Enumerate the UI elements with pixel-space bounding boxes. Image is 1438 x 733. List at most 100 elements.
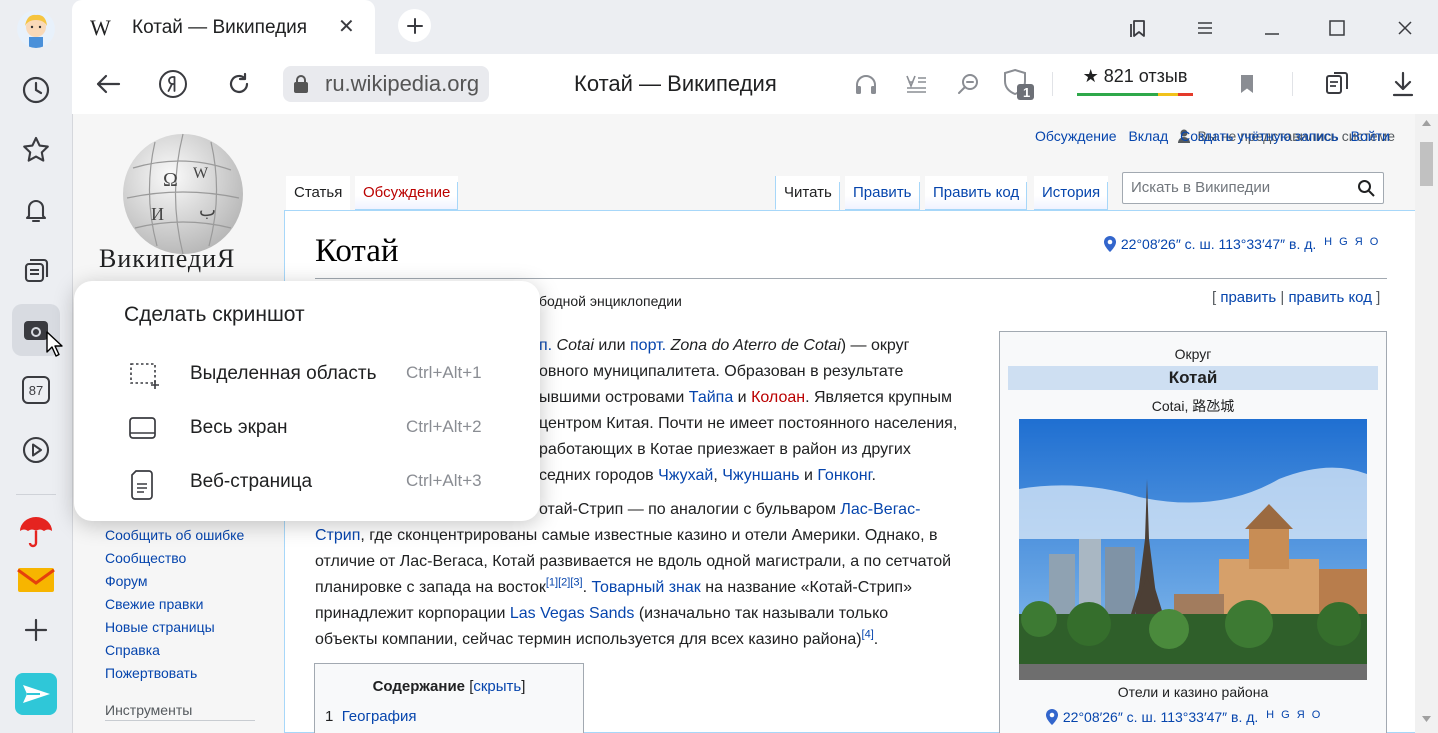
- page-scrollbar[interactable]: [1415, 114, 1438, 733]
- wikipedia-wordmark[interactable]: ВикипедиЯ: [99, 244, 235, 274]
- edit-link[interactable]: править: [1220, 289, 1276, 306]
- reader-mode-icon[interactable]: [899, 67, 933, 101]
- screenshot-selection-area[interactable]: Выделенная область Ctrl+Alt+1: [74, 349, 540, 401]
- link-contributions[interactable]: Вклад: [1128, 128, 1168, 144]
- mail-app-icon[interactable]: [12, 556, 60, 604]
- lang-link[interactable]: п.: [539, 337, 552, 354]
- history-icon[interactable]: [12, 66, 60, 114]
- sidebar-link-recent-changes[interactable]: Свежие правки: [105, 593, 244, 616]
- alice-chat-icon[interactable]: [1320, 67, 1354, 101]
- text: планировке с запада на восток: [315, 579, 546, 596]
- sidebar-link-donate[interactable]: Пожертвовать: [105, 662, 244, 685]
- toc-hide-toggle[interactable]: скрыть: [473, 678, 521, 695]
- search-icon[interactable]: [1357, 179, 1375, 197]
- tab-read[interactable]: Читать: [775, 176, 840, 210]
- link-taipa[interactable]: Тайпа: [689, 389, 733, 406]
- reload-icon[interactable]: [222, 67, 256, 101]
- tab-edit-source[interactable]: Править код: [925, 176, 1028, 210]
- text: , где сконцентрированы самые известные к…: [360, 527, 938, 544]
- scrollbar-thumb[interactable]: [1420, 142, 1433, 186]
- scroll-up-icon[interactable]: [1422, 120, 1431, 126]
- screenshot-full-screen[interactable]: Весь экран Ctrl+Alt+2: [74, 403, 540, 455]
- tabs-count-badge: 87: [22, 376, 50, 404]
- toc-item-geography[interactable]: География: [342, 708, 417, 725]
- address-bar-page-title[interactable]: Котай — Википедия: [574, 71, 777, 97]
- link-zhuhai[interactable]: Чжухай: [658, 467, 713, 484]
- link-trademark[interactable]: Товарный знак: [591, 579, 700, 596]
- link-las-vegas-sands[interactable]: Las Vegas Sands: [510, 605, 635, 622]
- link-zhongshan[interactable]: Чжуншань: [722, 467, 799, 484]
- umbrella-app-icon[interactable]: [12, 508, 60, 556]
- active-tab[interactable]: W Котай — Википедия ✕: [72, 0, 375, 54]
- bookmarks-panel-icon[interactable]: [1124, 14, 1152, 42]
- sidebar-link-report-error[interactable]: Сообщить об ошибке: [105, 524, 244, 547]
- protect-shield-icon[interactable]: 1: [1001, 67, 1035, 101]
- text: ,: [713, 467, 723, 484]
- screenshot-web-page[interactable]: Веб-страница Ctrl+Alt+3: [74, 457, 540, 509]
- paragraph-2-line: планировке с запада на восток[1][2][3]. …: [315, 575, 912, 601]
- profile-avatar[interactable]: [17, 10, 55, 48]
- minimize-window-icon[interactable]: [1258, 14, 1286, 42]
- link-login[interactable]: Войти: [1351, 128, 1390, 144]
- link-talk[interactable]: Обсуждение: [1035, 128, 1117, 144]
- notifications-bell-icon[interactable]: [12, 186, 60, 234]
- lang-link[interactable]: порт.: [630, 337, 666, 354]
- sidebar-divider: [105, 720, 255, 721]
- infobox-photo-cotai[interactable]: [1019, 419, 1367, 680]
- citation-ref[interactable]: [4]: [862, 629, 874, 641]
- headphones-icon[interactable]: [849, 67, 883, 101]
- coordinates[interactable]: 22°08′26″ с. ш. 113°33′47″ в. д. H G Я O: [1103, 235, 1380, 253]
- link-coloane[interactable]: Колоан: [751, 389, 805, 406]
- coordinates-map-links[interactable]: H G Я O: [1324, 236, 1380, 248]
- tabs-counter[interactable]: 87: [12, 366, 60, 414]
- tab-edit[interactable]: Править: [845, 176, 920, 210]
- table-of-contents: Содержание [скрыть] 1 География: [314, 663, 584, 733]
- yandex-logo-icon[interactable]: [156, 67, 190, 101]
- sidebar-link-help[interactable]: Справка: [105, 639, 244, 662]
- new-tab-button[interactable]: [398, 9, 431, 42]
- back-arrow-icon[interactable]: [91, 67, 125, 101]
- messenger-app-icon[interactable]: [12, 670, 60, 718]
- close-window-icon[interactable]: [1391, 14, 1419, 42]
- link-las-vegas-strip[interactable]: Лас-Вегас-: [840, 501, 920, 518]
- site-tagline: бодной энциклопедии: [539, 293, 682, 309]
- tab-edit-source-label: Править код: [933, 184, 1020, 201]
- collections-icon[interactable]: [12, 246, 60, 294]
- address-bar-url[interactable]: ru.wikipedia.org: [319, 66, 490, 102]
- text: объекты компании, сейчас термин использу…: [315, 631, 862, 648]
- svg-text:Ω: Ω: [163, 169, 178, 191]
- link-hong-kong[interactable]: Гонконг: [817, 467, 871, 484]
- paragraph-1-line: центром Китая. Почти не имеет постоянног…: [539, 415, 958, 432]
- tab-talk-label: Обсуждение: [363, 184, 451, 201]
- coordinates-map-links[interactable]: H G Я O: [1266, 709, 1322, 721]
- tab-close-button[interactable]: ✕: [338, 14, 355, 39]
- scroll-down-icon[interactable]: [1422, 716, 1431, 722]
- citation-refs[interactable]: [1][2][3]: [546, 577, 583, 589]
- toc-item[interactable]: 1 География: [325, 708, 417, 725]
- tab-article[interactable]: Статья: [286, 176, 351, 210]
- bracket: ]: [521, 678, 526, 695]
- add-app-icon[interactable]: [12, 606, 60, 654]
- svg-text:И: И: [151, 204, 164, 224]
- zoom-icon[interactable]: [951, 67, 985, 101]
- section-edit-links: [ править | править код ]: [1212, 289, 1380, 306]
- downloads-icon[interactable]: [1386, 67, 1420, 101]
- bookmarks-star-icon[interactable]: [12, 126, 60, 174]
- menu-icon[interactable]: [1191, 14, 1219, 42]
- sidebar-link-new-pages[interactable]: Новые страницы: [105, 616, 244, 639]
- bookmark-flag-icon[interactable]: [1230, 67, 1264, 101]
- tab-history[interactable]: История: [1034, 176, 1109, 210]
- infobox-coordinates[interactable]: 22°08′26″ с. ш. 113°33′47″ в. д. H G Я O: [1045, 708, 1322, 726]
- text: и: [733, 389, 752, 406]
- link-las-vegas-strip[interactable]: Стрип: [315, 527, 360, 544]
- edit-source-link[interactable]: править код: [1288, 289, 1372, 306]
- media-play-icon[interactable]: [12, 426, 60, 474]
- sidebar-link-community[interactable]: Сообщество: [105, 547, 244, 570]
- lock-icon[interactable]: [283, 66, 319, 102]
- sidebar-link-forum[interactable]: Форум: [105, 570, 244, 593]
- link-create-account[interactable]: Создать учётную запись: [1180, 128, 1339, 144]
- wiki-search-input[interactable]: Искать в Википедии: [1122, 172, 1384, 204]
- tab-talk[interactable]: Обсуждение: [355, 176, 459, 210]
- reviews-widget[interactable]: ★ 821 отзыв: [1077, 66, 1193, 96]
- maximize-window-icon[interactable]: [1323, 14, 1351, 42]
